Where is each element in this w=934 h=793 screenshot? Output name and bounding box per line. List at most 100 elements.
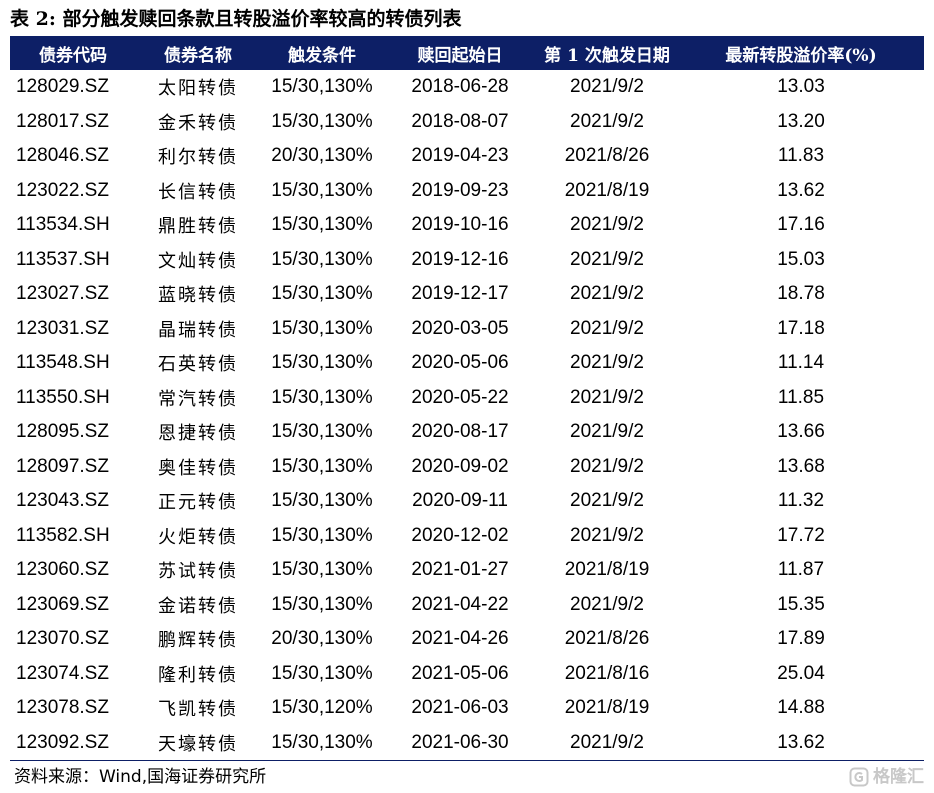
cell-first-trigger-date: 2021/9/2 [570,490,644,512]
cell-bond-code: 123027.SZ [16,283,109,305]
cell-redemption-start: 2020-09-11 [412,490,508,512]
table-row: 123069.SZ 金诺转债 15/30,130% 2021-04-22 2021/9/… [10,588,924,623]
cell-trigger-condition: 15/30,130% [271,662,373,684]
table-row: 113537.SH 文灿转债 15/30,130% 2019-12-16 2021/9/… [10,243,924,278]
cell-bond-code: 123078.SZ [16,697,109,719]
cell-bond-code: 123092.SZ [16,731,109,753]
cell-trigger-condition: 15/30,130% [271,593,373,615]
bond-table: 债券代码 债券名称 触发条件 赎回起始日 第 1 次触发日期 最新转股溢价率(%… [10,36,924,760]
cell-trigger-condition: 15/30,130% [271,455,373,477]
cell-redemption-start: 2021-01-27 [411,559,509,581]
cell-first-trigger-date: 2021/9/2 [570,524,644,546]
cell-first-trigger-date: 2021/9/2 [570,731,644,753]
header-redemption-start: 赎回起始日 [384,36,536,70]
cell-redemption-start: 2019-04-23 [411,145,509,167]
table-row: 123031.SZ 晶瑞转债 15/30,130% 2020-03-05 2021/9/… [10,312,924,347]
cell-premium-rate: 13.03 [777,76,825,98]
header-row: 债券代码 债券名称 触发条件 赎回起始日 第 1 次触发日期 最新转股溢价率(%… [10,36,924,70]
cell-first-trigger-date: 2021/8/19 [564,179,650,201]
cell-trigger-condition: 15/30,130% [271,731,373,753]
cell-bond-code: 123043.SZ [16,490,109,512]
table-row: 123043.SZ 正元转债 15/30,130% 2020-09-11 2021/9/… [10,484,924,519]
cell-redemption-start: 2020-03-05 [411,317,509,339]
cell-trigger-condition: 15/30,130% [271,490,373,512]
cell-bond-name: 飞凯转债 [158,699,238,721]
cell-premium-rate: 11.32 [777,490,825,512]
cell-trigger-condition: 20/30,130% [271,628,373,650]
cell-trigger-condition: 15/30,130% [271,524,373,546]
cell-bond-name: 利尔转债 [158,147,238,169]
table-row: 123027.SZ 蓝晓转债 15/30,130% 2019-12-17 2021/9/… [10,277,924,312]
cell-first-trigger-date: 2021/9/2 [570,110,644,132]
cell-first-trigger-date: 2021/9/2 [570,421,644,443]
header-bond-code: 债券代码 [10,36,136,70]
cell-trigger-condition: 15/30,130% [271,110,373,132]
cell-bond-name: 鹏辉转债 [158,630,238,652]
table-row: 128017.SZ 金禾转债 15/30,130% 2018-08-07 2021/9/… [10,105,924,140]
cell-bond-code: 123031.SZ [16,317,109,339]
cell-premium-rate: 25.04 [777,662,825,684]
cell-bond-name: 金诺转债 [158,595,238,617]
cell-bond-name: 火炬转债 [158,526,238,548]
cell-bond-name: 长信转债 [158,181,238,203]
cell-premium-rate: 18.78 [777,283,825,305]
cell-bond-name: 苏试转债 [158,561,238,583]
cell-premium-rate: 17.72 [777,524,825,546]
cell-bond-code: 113548.SH [16,352,110,374]
cell-redemption-start: 2018-06-28 [411,76,509,98]
cell-bond-code: 123060.SZ [16,559,109,581]
cell-bond-name: 文灿转债 [158,250,238,272]
cell-premium-rate: 15.35 [777,593,825,615]
table-header: 债券代码 债券名称 触发条件 赎回起始日 第 1 次触发日期 最新转股溢价率(%… [10,36,924,70]
cell-premium-rate: 11.14 [777,352,825,374]
cell-premium-rate: 13.20 [777,110,825,132]
cell-first-trigger-date: 2021/8/19 [564,559,650,581]
table-title: 表 2: 部分触发赎回条款且转股溢价率较高的转债列表 [10,8,462,30]
cell-bond-name: 蓝晓转债 [158,285,238,307]
table-row: 113548.SH 石英转债 15/30,130% 2020-05-06 2021/9/… [10,346,924,381]
cell-bond-name: 天壕转债 [158,733,238,755]
cell-bond-code: 128046.SZ [16,145,109,167]
cell-trigger-condition: 15/30,130% [271,283,373,305]
cell-bond-code: 128097.SZ [16,455,109,477]
cell-bond-name: 金禾转债 [158,112,238,134]
cell-redemption-start: 2020-05-22 [411,386,509,408]
cell-bond-name: 石英转债 [158,354,238,376]
cell-bond-name: 恩捷转债 [158,423,238,445]
cell-first-trigger-date: 2021/8/26 [564,628,650,650]
cell-bond-code: 128017.SZ [16,110,109,132]
cell-redemption-start: 2019-09-23 [411,179,509,201]
cell-first-trigger-date: 2021/9/2 [570,283,644,305]
cell-redemption-start: 2018-08-07 [411,110,509,132]
cell-redemption-start: 2021-04-22 [411,593,509,615]
cell-first-trigger-date: 2021/8/19 [564,697,650,719]
cell-bond-name: 正元转债 [158,492,238,514]
cell-premium-rate: 17.16 [777,214,825,236]
cell-redemption-start: 2020-12-02 [411,524,509,546]
cell-redemption-start: 2021-06-30 [411,731,509,753]
table-row: 123060.SZ 苏试转债 15/30,130% 2021-01-27 2021/8/… [10,553,924,588]
cell-bond-code: 113582.SH [16,524,110,546]
cell-first-trigger-date: 2021/9/2 [570,317,644,339]
cell-premium-rate: 14.88 [777,697,825,719]
table-row: 113550.SH 常汽转债 15/30,130% 2020-05-22 2021/9/… [10,381,924,416]
watermark: 格隆汇 [849,766,924,788]
table-row: 113534.SH 鼎胜转债 15/30,130% 2019-10-16 2021/9/… [10,208,924,243]
cell-redemption-start: 2019-12-17 [411,283,509,305]
table-row: 128046.SZ 利尔转债 20/30,130% 2019-04-23 2021/8/… [10,139,924,174]
cell-premium-rate: 13.62 [777,731,825,753]
table-row: 123022.SZ 长信转债 15/30,130% 2019-09-23 2021/8/… [10,174,924,209]
cell-trigger-condition: 15/30,130% [271,352,373,374]
cell-bond-code: 113534.SH [16,214,110,236]
bottom-rule [10,760,924,761]
cell-first-trigger-date: 2021/9/2 [570,352,644,374]
cell-premium-rate: 13.68 [777,455,825,477]
cell-bond-name: 晶瑞转债 [158,319,238,341]
cell-redemption-start: 2020-05-06 [411,352,509,374]
cell-first-trigger-date: 2021/9/2 [570,76,644,98]
table-row: 123092.SZ 天壕转债 15/30,130% 2021-06-30 2021/9/… [10,726,924,761]
cell-bond-code: 128029.SZ [16,76,109,98]
cell-bond-code: 128095.SZ [16,421,109,443]
cell-bond-name: 常汽转债 [158,388,238,410]
cell-bond-name: 奥佳转债 [158,457,238,479]
